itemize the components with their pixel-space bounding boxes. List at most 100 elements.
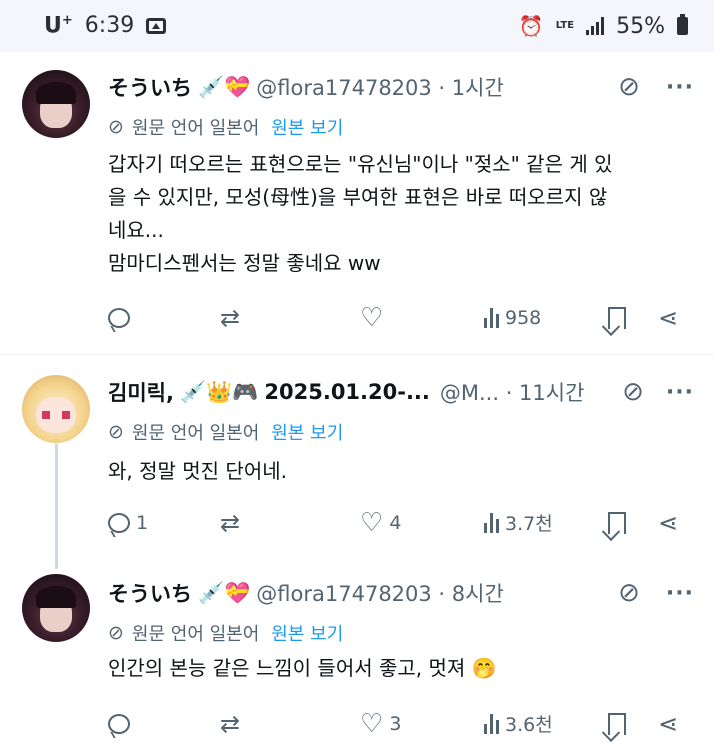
- views-count: 3.7천: [505, 513, 553, 535]
- tweet-text: 와, 정말 멋진 단어네.: [108, 455, 690, 488]
- retweet-icon: ⇄: [220, 304, 241, 332]
- text-line: 갑자기 떠오르는 표현으로는 "유신님"이나 "젖소" 같은 게 있: [108, 152, 613, 176]
- tweet[interactable]: そういち 💉💝 @flora17478203 · 1시간 ⊘ ··· ⊘ 원문 …: [0, 52, 714, 352]
- views-count: 958: [505, 307, 542, 329]
- grok-icon[interactable]: ⊘: [618, 72, 640, 102]
- tweet-header: 김미릭, 💉👑🎮 2025.01.20-... @M... · 11시간 ⊘ ·…: [108, 377, 694, 407]
- views-icon: [484, 512, 499, 533]
- bookmark-button[interactable]: [608, 712, 658, 735]
- reply-icon: [108, 308, 130, 328]
- action-bar: ⇄ ♡ 958 ⋖: [108, 303, 694, 333]
- reply-button[interactable]: [108, 308, 220, 328]
- alarm-icon: ⏰: [518, 14, 544, 38]
- show-original-link[interactable]: 원본 보기: [271, 114, 343, 140]
- avatar[interactable]: [22, 70, 90, 138]
- name-emoji: 💉💝: [198, 580, 251, 605]
- battery-percent: 55%: [616, 13, 665, 39]
- name-emoji: 💉👑🎮: [179, 379, 259, 404]
- translate-icon: ⊘: [108, 622, 124, 644]
- share-button[interactable]: ⋖: [658, 511, 678, 535]
- views-button[interactable]: 3.7천: [484, 509, 608, 536]
- reply-button[interactable]: 1: [108, 512, 220, 534]
- text-line: 맘마디스펜서는 정말 좋네요 ww: [108, 251, 381, 275]
- clock: 6:39: [84, 13, 135, 39]
- more-options-icon[interactable]: ···: [666, 380, 694, 405]
- views-button[interactable]: 3.6천: [484, 710, 608, 737]
- show-original-link[interactable]: 원본 보기: [271, 620, 343, 646]
- views-icon: [484, 308, 499, 328]
- bookmark-icon: [608, 307, 626, 329]
- translation-label: 원문 언어 일본어: [131, 118, 260, 139]
- reply-icon: [108, 512, 130, 533]
- tweet-header: そういち 💉💝 @flora17478203 · 8시간 ⊘ ···: [108, 578, 694, 608]
- more-options-icon[interactable]: ···: [666, 581, 694, 606]
- show-original-link[interactable]: 원본 보기: [271, 419, 343, 445]
- action-bar: 1 ⇄ ♡ 4 3.7천 ⋖: [108, 509, 694, 536]
- bookmark-icon: [608, 712, 626, 735]
- carrier-label: U+: [44, 13, 73, 39]
- translate-icon: ⊘: [108, 116, 124, 138]
- gallery-icon: [146, 17, 167, 34]
- battery-icon: [677, 14, 688, 35]
- translation-notice: ⊘ 원문 언어 일본어 원본 보기: [108, 620, 343, 646]
- reply-icon: [108, 713, 130, 734]
- views-icon: [484, 713, 499, 734]
- text-line: 인간의 본능 같은 느낌이 들어서 좋고, 멋져 🤭: [108, 656, 497, 680]
- tweet-header: そういち 💉💝 @flora17478203 · 1시간 ⊘ ···: [108, 72, 694, 102]
- views-count: 3.6천: [505, 714, 553, 736]
- signal-icon: [586, 17, 605, 35]
- tweet[interactable]: そういち 💉💝 @flora17478203 · 8시간 ⊘ ··· ⊘ 원문 …: [0, 556, 714, 753]
- translation-notice: ⊘ 원문 언어 일본어 원본 보기: [108, 114, 343, 140]
- like-button[interactable]: ♡ 4: [360, 507, 484, 538]
- handle-time[interactable]: @M... · 11시간: [440, 377, 585, 407]
- retweet-button[interactable]: ⇄: [220, 306, 360, 330]
- status-bar: U+ 6:39 ⏰ LTE 55%: [0, 0, 714, 52]
- translation-notice: ⊘ 원문 언어 일본어 원본 보기: [108, 419, 343, 445]
- tweet-text: 인간의 본능 같은 느낌이 들어서 좋고, 멋져 🤭: [108, 652, 690, 685]
- heart-icon: ♡: [360, 507, 384, 538]
- share-button[interactable]: ⋖: [658, 306, 678, 330]
- display-name[interactable]: そういち: [108, 578, 192, 608]
- grok-icon[interactable]: ⊘: [622, 377, 644, 407]
- bookmark-button[interactable]: [608, 511, 658, 534]
- translation-label: 원문 언어 일본어: [131, 624, 260, 645]
- text-line: 와, 정말 멋진 단어네.: [108, 459, 287, 483]
- retweet-icon: ⇄: [220, 508, 241, 537]
- handle-time[interactable]: @flora17478203 · 1시간: [256, 72, 504, 102]
- bookmark-icon: [608, 511, 626, 534]
- share-icon: ⋖: [658, 508, 679, 537]
- tweet[interactable]: 김미릭, 💉👑🎮 2025.01.20-... @M... · 11시간 ⊘ ·…: [0, 355, 714, 555]
- network-type: LTE: [555, 20, 575, 31]
- grok-icon[interactable]: ⊘: [618, 578, 640, 608]
- display-name[interactable]: 김미릭,: [108, 377, 174, 407]
- action-bar: ⇄ ♡ 3 3.6천 ⋖: [108, 710, 694, 737]
- display-name[interactable]: そういち: [108, 72, 192, 102]
- like-count: 3: [389, 712, 402, 735]
- name-emoji: 💉💝: [198, 74, 251, 99]
- retweet-icon: ⇄: [220, 709, 241, 738]
- like-button[interactable]: ♡ 3: [360, 708, 484, 739]
- heart-icon: ♡: [360, 303, 384, 333]
- text-line: 네요...: [108, 218, 164, 242]
- share-icon: ⋖: [658, 709, 679, 738]
- retweet-button[interactable]: ⇄: [220, 712, 360, 736]
- text-line: 을 수 있지만, 모성(母性)을 부여한 표현은 바로 떠오르지 않: [108, 185, 608, 209]
- handle-time[interactable]: @flora17478203 · 8시간: [256, 578, 504, 608]
- display-name-suffix: 2025.01.20-...: [264, 380, 430, 404]
- share-icon: ⋖: [658, 304, 679, 332]
- reply-count: 1: [136, 511, 149, 534]
- bookmark-button[interactable]: [608, 307, 658, 329]
- reply-button[interactable]: [108, 713, 220, 734]
- retweet-button[interactable]: ⇄: [220, 511, 360, 535]
- translate-icon: ⊘: [108, 421, 124, 443]
- more-options-icon[interactable]: ···: [666, 75, 694, 100]
- heart-icon: ♡: [360, 708, 384, 739]
- tweet-text: 갑자기 떠오르는 표현으로는 "유신님"이나 "젖소" 같은 게 있 을 수 있…: [108, 148, 690, 280]
- translation-label: 원문 언어 일본어: [131, 423, 260, 444]
- like-count: 4: [389, 511, 402, 534]
- avatar[interactable]: [22, 375, 90, 443]
- avatar[interactable]: [22, 574, 90, 642]
- share-button[interactable]: ⋖: [658, 712, 678, 736]
- like-button[interactable]: ♡: [360, 303, 484, 333]
- views-button[interactable]: 958: [484, 307, 608, 329]
